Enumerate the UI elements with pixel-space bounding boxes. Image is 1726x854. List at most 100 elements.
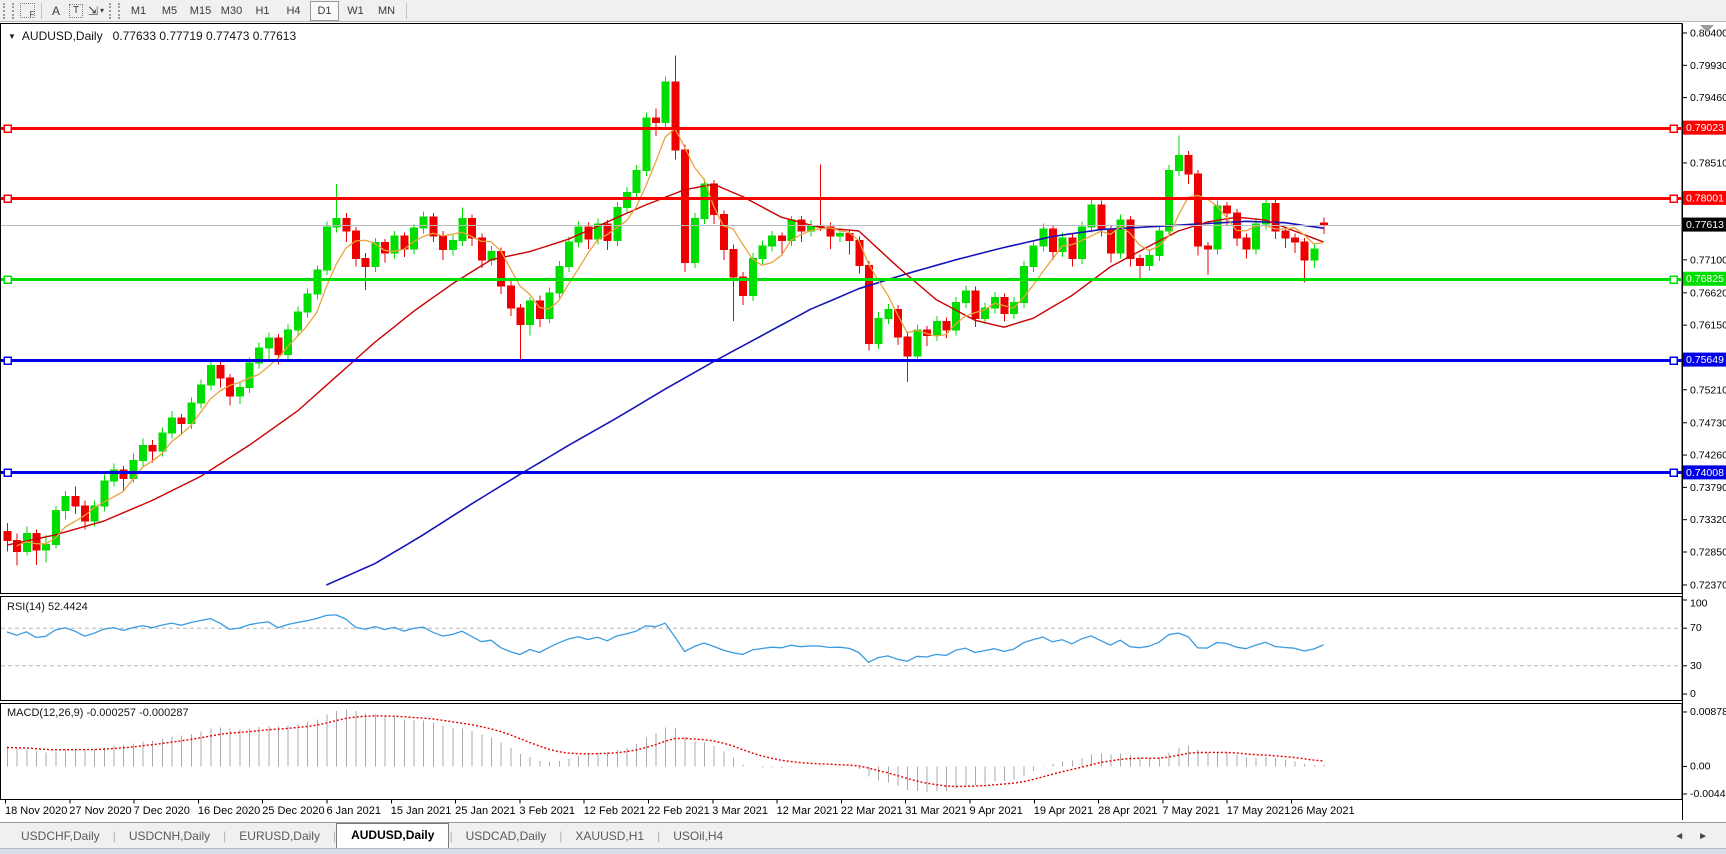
line-handle[interactable] [4, 125, 11, 132]
candle-body [991, 298, 998, 308]
chart-tab-usdchf[interactable]: USDCHF,Daily [8, 825, 113, 848]
line-handle[interactable] [1670, 357, 1677, 364]
candle-body [885, 309, 892, 318]
candle-body [285, 330, 292, 355]
candle-body [140, 445, 147, 460]
candle-body [62, 496, 69, 510]
chart-canvas[interactable]: 0.804000.799300.794600.785100.771000.766… [0, 22, 1726, 822]
svg-text:30: 30 [1690, 660, 1702, 672]
candle-body [943, 322, 950, 330]
timeframe-button-h4[interactable]: H4 [279, 1, 308, 21]
timeframe-button-d1[interactable]: D1 [310, 1, 339, 21]
line-handle[interactable] [1670, 469, 1677, 476]
chart-tab-usdcad[interactable]: USDCAD,Daily [453, 825, 560, 848]
chart-tab-eurusd[interactable]: EURUSD,Daily [226, 825, 333, 848]
candle-body [207, 366, 214, 385]
candle-body [343, 219, 350, 231]
svg-text:3 Mar 2021: 3 Mar 2021 [712, 805, 768, 817]
timeframe-button-m5[interactable]: M5 [155, 1, 184, 21]
candle-body [459, 219, 466, 241]
candle-body [662, 82, 669, 123]
candle-body [1291, 238, 1298, 242]
candle-body [314, 270, 321, 294]
chart-tab-xauusd[interactable]: XAUUSD,H1 [562, 825, 657, 848]
candle-body [1049, 229, 1056, 252]
svg-text:0: 0 [1690, 688, 1696, 700]
window-bottom-strip [0, 848, 1726, 854]
text-label-icon[interactable]: A [46, 2, 66, 20]
candle-body [1282, 231, 1289, 238]
tab-scroll-left-icon[interactable]: ◄ [1674, 831, 1684, 842]
candle-body [198, 385, 205, 403]
tab-scroll-right-icon[interactable]: ► [1698, 831, 1708, 842]
svg-text:19 Apr 2021: 19 Apr 2021 [1034, 805, 1093, 817]
timeframe-button-h1[interactable]: H1 [248, 1, 277, 21]
line-handle[interactable] [4, 469, 11, 476]
svg-text:0.76825: 0.76825 [1686, 273, 1724, 285]
candle-body [265, 338, 272, 348]
chart-tab-usdcnh[interactable]: USDCNH,Daily [116, 825, 223, 848]
candle-body [1224, 206, 1231, 213]
candle-body [1320, 223, 1327, 224]
candle-body [701, 184, 708, 218]
rsi-panel[interactable] [1, 597, 1683, 701]
chart-tab-usoil[interactable]: USOil,H4 [660, 825, 736, 848]
tab-scroll-arrows: ◄ ► [1674, 831, 1708, 848]
candle-body [962, 291, 969, 303]
timeframe-button-m15[interactable]: M15 [186, 1, 215, 21]
line-handle[interactable] [4, 357, 11, 364]
one-click-trading-arrow-icon[interactable]: ▼ [8, 32, 16, 41]
svg-text:0.76620: 0.76620 [1690, 287, 1726, 299]
candle-body [352, 231, 359, 258]
svg-text:0.74008: 0.74008 [1686, 467, 1724, 479]
line-handle[interactable] [1670, 276, 1677, 283]
candle-body [1175, 155, 1182, 170]
charts-grid-icon[interactable]: F [17, 2, 37, 20]
line-handle[interactable] [4, 276, 11, 283]
candle-body [972, 291, 979, 318]
dropdown-arrow-icon[interactable]: ▾ [100, 6, 104, 15]
svg-text:0.79023: 0.79023 [1686, 122, 1724, 134]
svg-text:25 Dec 2020: 25 Dec 2020 [262, 805, 324, 817]
line-handle[interactable] [1670, 125, 1677, 132]
candle-body [565, 242, 572, 267]
toolbar-grip[interactable] [3, 3, 14, 19]
text-box-icon[interactable]: T [66, 2, 86, 20]
candle-body [449, 241, 456, 250]
candle-body [788, 220, 795, 241]
macd-panel[interactable] [1, 704, 1683, 800]
candle-body [217, 366, 224, 378]
candle-body [1311, 249, 1318, 260]
line-handle[interactable] [4, 195, 11, 202]
toolbar-separator [406, 3, 407, 19]
svg-text:18 Nov 2020: 18 Nov 2020 [5, 805, 67, 817]
candle-body [643, 118, 650, 170]
candle-body [875, 318, 882, 343]
candle-body [517, 308, 524, 324]
candle-body [866, 265, 873, 343]
main-chart-panel[interactable] [1, 24, 1683, 594]
candle-body [633, 170, 640, 192]
svg-text:0.73320: 0.73320 [1690, 514, 1726, 526]
svg-text:0.72850: 0.72850 [1690, 546, 1726, 558]
svg-text:70: 70 [1690, 622, 1702, 634]
timeframe-button-m30[interactable]: M30 [217, 1, 246, 21]
candle-body [411, 228, 418, 249]
chart-tab-audusd[interactable]: AUDUSD,Daily [336, 823, 449, 848]
line-handle[interactable] [1670, 195, 1677, 202]
toolbar-grip[interactable] [109, 3, 120, 19]
candle-body [1214, 206, 1221, 249]
candle-body [1146, 256, 1153, 266]
svg-text:15 Jan 2021: 15 Jan 2021 [391, 805, 452, 817]
timeframe-button-mn[interactable]: MN [372, 1, 401, 21]
line-studies-icon[interactable]: ⇲▾ [86, 2, 106, 20]
candle-body [536, 301, 543, 318]
toolbar: F A T ⇲▾ M1M5M15M30H1H4D1W1MN [0, 0, 1726, 22]
candle-body [624, 192, 631, 207]
svg-text:0.77100: 0.77100 [1690, 254, 1726, 266]
timeframe-button-m1[interactable]: M1 [124, 1, 153, 21]
candle-body [323, 227, 330, 270]
svg-text:7 May 2021: 7 May 2021 [1162, 805, 1219, 817]
svg-text:9 Apr 2021: 9 Apr 2021 [970, 805, 1023, 817]
timeframe-button-w1[interactable]: W1 [341, 1, 370, 21]
